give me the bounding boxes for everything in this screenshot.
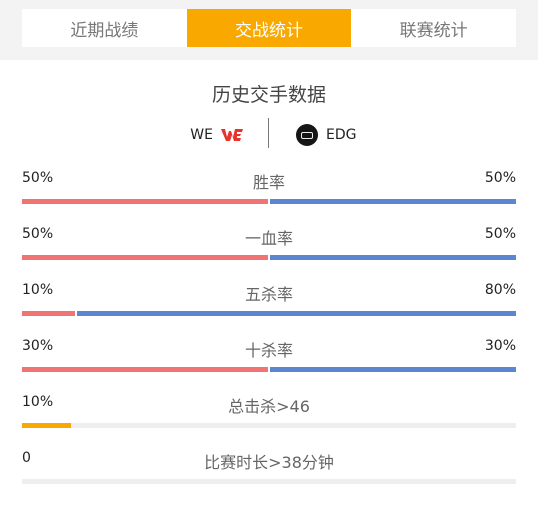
team-left: WE: [190, 118, 243, 152]
tab-bar: 近期战绩 交战统计 联赛统计: [22, 9, 516, 47]
teams-divider: [268, 118, 269, 148]
comparison-bar: [22, 367, 516, 372]
stat-right-value: 30%: [484, 338, 516, 354]
stat-label: 胜率: [252, 173, 285, 192]
teams-header: WE EDG: [0, 118, 538, 152]
stat-label: 十杀率: [244, 341, 293, 360]
team-left-name: WE: [190, 127, 213, 143]
right-bar-segment: [270, 199, 516, 204]
left-bar-segment: [22, 367, 268, 372]
team-right: EDG: [296, 118, 356, 152]
stat-right-value: 80%: [484, 282, 516, 298]
we-logo-icon: [221, 129, 243, 141]
stat-row-ten-kill-rate: 30% 十杀率 30%: [22, 338, 516, 378]
comparison-bar: [22, 199, 516, 204]
right-bar-segment: [270, 367, 516, 372]
comparison-bar: [22, 311, 516, 316]
tab-bar-container: 近期战绩 交战统计 联赛统计: [0, 0, 538, 60]
edg-logo-icon: [296, 124, 318, 146]
head-to-head-card: 历史交手数据 WE EDG 50% 胜率 50% 50% 一血率 50% 10%…: [0, 60, 538, 505]
single-bar: [22, 423, 516, 428]
comparison-bar: [22, 255, 516, 260]
single-bar-fill: [22, 423, 71, 428]
stat-row-win-rate: 50% 胜率 50%: [22, 170, 516, 210]
stat-row-game-duration: 0 比赛时长>38分钟: [22, 450, 516, 490]
left-bar-segment: [22, 255, 268, 260]
stat-right-value: 50%: [484, 170, 516, 186]
stat-label: 五杀率: [244, 285, 293, 304]
section-title: 历史交手数据: [211, 84, 326, 106]
stat-label: 一血率: [244, 229, 293, 248]
right-bar-segment: [77, 311, 516, 316]
left-bar-segment: [22, 311, 75, 316]
tab-recent-results[interactable]: 近期战绩: [22, 9, 187, 47]
stat-right-value: 50%: [484, 226, 516, 242]
stat-label: 总击杀>46: [228, 397, 310, 416]
tab-league-stats[interactable]: 联赛统计: [351, 9, 516, 47]
stat-row-penta-kill-rate: 10% 五杀率 80%: [22, 282, 516, 322]
stat-label: 比赛时长>38分钟: [204, 453, 334, 472]
right-bar-segment: [270, 255, 516, 260]
stat-row-first-blood-rate: 50% 一血率 50%: [22, 226, 516, 266]
stat-row-total-kills: 10% 总击杀>46: [22, 394, 516, 434]
single-bar: [22, 479, 516, 484]
left-bar-segment: [22, 199, 268, 204]
team-right-name: EDG: [326, 127, 357, 143]
tab-head-to-head[interactable]: 交战统计: [186, 9, 352, 47]
